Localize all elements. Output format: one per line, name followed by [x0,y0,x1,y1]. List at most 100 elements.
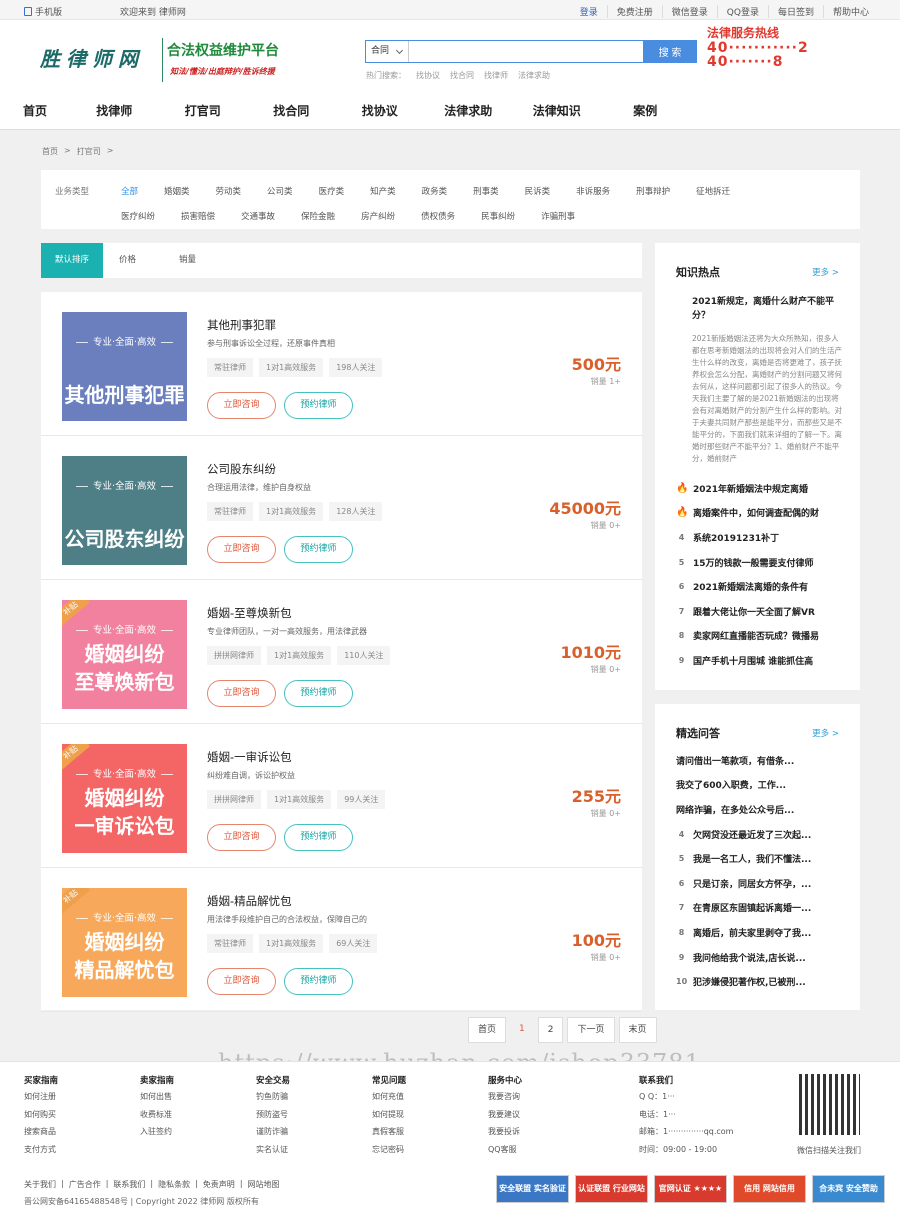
book-lawyer-button[interactable]: 预约律师 [284,968,353,995]
footer-link[interactable]: 预防盗号 [256,1109,290,1127]
page-last[interactable]: 末页 [618,1017,657,1043]
side-list-item[interactable]: 7 跟着大佬让你一天全面了解VR [676,599,846,624]
footer-link[interactable]: 我要建议 [488,1109,522,1127]
book-lawyer-button[interactable]: 预约律师 [284,680,353,707]
product-title[interactable]: 婚姻-精品解忧包 [207,893,292,909]
product-title[interactable]: 其他刑事犯罪 [207,317,276,333]
product-thumbnail[interactable]: 专业·全面·高效 婚姻纠纷 精品解忧包 补贴 [62,888,187,997]
product-title[interactable]: 公司股东纠纷 [207,461,276,477]
sort-price[interactable]: 价格 [119,243,136,278]
side-list-item[interactable]: 6 2021新婚姻法离婚的条件有 [676,574,846,599]
footer-link[interactable]: 如何购买 [24,1109,58,1127]
qq-login-link[interactable]: QQ登录 [716,5,768,18]
side-list-item[interactable]: 4 系统20191231补丁 [676,525,846,550]
side-list-item[interactable]: 7 在青原区东固镇起诉离婚一... [676,896,846,921]
page-next[interactable]: 下一页 [567,1017,615,1043]
footer-link[interactable]: 如何提现 [372,1109,406,1127]
site-logo[interactable]: 胜律师网 [40,43,144,72]
help-center-link[interactable]: 帮助中心 [822,5,878,18]
footer-link[interactable]: 入驻签约 [140,1126,174,1144]
filter-option[interactable]: 公司类 [267,185,293,197]
footer-link[interactable]: 钓鱼防骗 [256,1091,290,1109]
filter-option[interactable]: 保险金融 [301,210,335,222]
filter-option[interactable]: 诈骗刑事 [541,210,575,222]
side-list-item[interactable]: 🔥 2021年新婚姻法中规定离婚 [676,476,846,501]
footer-link[interactable]: 如何充值 [372,1091,406,1109]
footer-link[interactable]: 我要投诉 [488,1126,522,1144]
nav-lawsuit[interactable]: 打官司 [159,102,248,130]
product-thumbnail[interactable]: 专业·全面·高效 公司股东纠纷 [62,456,187,565]
filter-option[interactable]: 交通事故 [241,210,275,222]
consult-now-button[interactable]: 立即咨询 [207,680,276,707]
consult-now-button[interactable]: 立即咨询 [207,536,276,563]
page-2[interactable]: 2 [537,1017,564,1043]
certification-badge[interactable]: 合未宾 安全赞助 [812,1175,885,1203]
filter-option[interactable]: 劳动类 [216,185,242,197]
filter-option[interactable]: 房产纠纷 [361,210,395,222]
footer-link[interactable]: 真假客服 [372,1126,406,1144]
hot-search-term[interactable]: 找律师 [484,70,508,81]
footer-link[interactable]: 谨防诈骗 [256,1126,290,1144]
product-title[interactable]: 婚姻-一审诉讼包 [207,749,292,765]
footer-link[interactable]: QQ客服 [488,1144,522,1162]
side-list-item[interactable]: 4 欠网贷没还最近发了三次起... [676,822,846,847]
certification-badge[interactable]: 信用 网站信用 ★★★★ [733,1175,806,1216]
footer-link[interactable]: 实名认证 [256,1144,290,1162]
footer-bottom-link[interactable]: 免责声明 [203,1179,235,1190]
certification-badge[interactable]: 安全联盟 实名验证 [496,1175,569,1203]
search-button[interactable]: 搜 索 [643,40,697,63]
filter-option[interactable]: 刑事类 [473,185,499,197]
filter-option[interactable]: 医疗纠纷 [121,210,155,222]
filter-option[interactable]: 民诉类 [525,185,551,197]
footer-link[interactable]: 支付方式 [24,1144,58,1162]
breadcrumb-home[interactable]: 首页 [42,146,58,157]
footer-bottom-link[interactable]: 广告合作 [69,1179,101,1190]
side-list-item[interactable]: 6 只是订亲，同居女方怀孕，... [676,871,846,896]
breadcrumb-lawsuit[interactable]: 打官司 [77,146,101,157]
certification-badge[interactable]: 认证联盟 行业网站 [575,1175,648,1203]
filter-option[interactable]: 刑事辩护 [636,185,670,197]
side-list-item[interactable]: 3网络诈骗，在多处公众号后... [676,797,846,822]
consult-now-button[interactable]: 立即咨询 [207,968,276,995]
filter-option[interactable]: 婚姻类 [164,185,190,197]
side-list-item[interactable]: 8 离婚后，前夫家里剥夺了我... [676,920,846,945]
book-lawyer-button[interactable]: 预约律师 [284,392,353,419]
side-list-item[interactable]: 5 15万的钱款一般需要支付律师 [676,550,846,575]
certification-badge[interactable]: 官网认证 ★★★★ [654,1175,727,1203]
footer-link[interactable]: 我要咨询 [488,1091,522,1109]
side-list-item[interactable]: 9 我问他给我个说法,店长说... [676,945,846,970]
filter-option[interactable]: 损害赔偿 [181,210,215,222]
featured-article-title[interactable]: 2021新规定，离婚什么财产不能平分？ [692,295,844,323]
footer-bottom-link[interactable]: 联系我们 [113,1179,145,1190]
filter-option[interactable]: 民事纠纷 [481,210,515,222]
more-link[interactable]: 更多 > [812,727,839,739]
search-input[interactable] [410,41,642,62]
side-list-item[interactable]: 2我交了600入职费，工作... [676,773,846,798]
hot-search-term[interactable]: 找协议 [416,70,440,81]
mobile-version-link[interactable]: 手机版 [24,5,62,18]
side-list-item[interactable]: 10 犯涉嫌侵犯著作权,已被刑... [676,969,846,994]
wechat-login-link[interactable]: 微信登录 [661,5,717,18]
filter-option[interactable]: 征地拆迁 [696,185,730,197]
footer-link[interactable]: 如何出售 [140,1091,174,1109]
search-category-select[interactable]: 合同 [366,41,409,62]
hot-search-term[interactable]: 法律求助 [518,70,550,81]
filter-option[interactable]: 政务类 [422,185,448,197]
daily-checkin-link[interactable]: 每日签到 [767,5,823,18]
page-1[interactable]: 1 [510,1017,534,1043]
footer-link[interactable]: 搜索商品 [24,1126,58,1144]
product-thumbnail[interactable]: 专业·全面·高效 婚姻纠纷 至尊焕新包 补贴 [62,600,187,709]
page-first[interactable]: 首页 [468,1017,507,1043]
nav-find-agreement[interactable]: 找协议 [336,102,425,130]
hot-search-term[interactable]: 找合同 [450,70,474,81]
footer-link[interactable]: 忘记密码 [372,1144,406,1162]
filter-option[interactable]: 全部 [121,185,138,197]
consult-now-button[interactable]: 立即咨询 [207,392,276,419]
nav-find-lawyer[interactable]: 找律师 [70,102,159,130]
footer-bottom-link[interactable]: 隐私条款 [158,1179,190,1190]
footer-bottom-link[interactable]: 网站地图 [248,1179,280,1190]
footer-link[interactable]: 收费标准 [140,1109,174,1127]
nav-find-contract[interactable]: 找合同 [247,102,336,130]
sort-default[interactable]: 默认排序 [41,243,103,278]
nav-legal-knowledge[interactable]: 法律知识 [513,102,602,130]
